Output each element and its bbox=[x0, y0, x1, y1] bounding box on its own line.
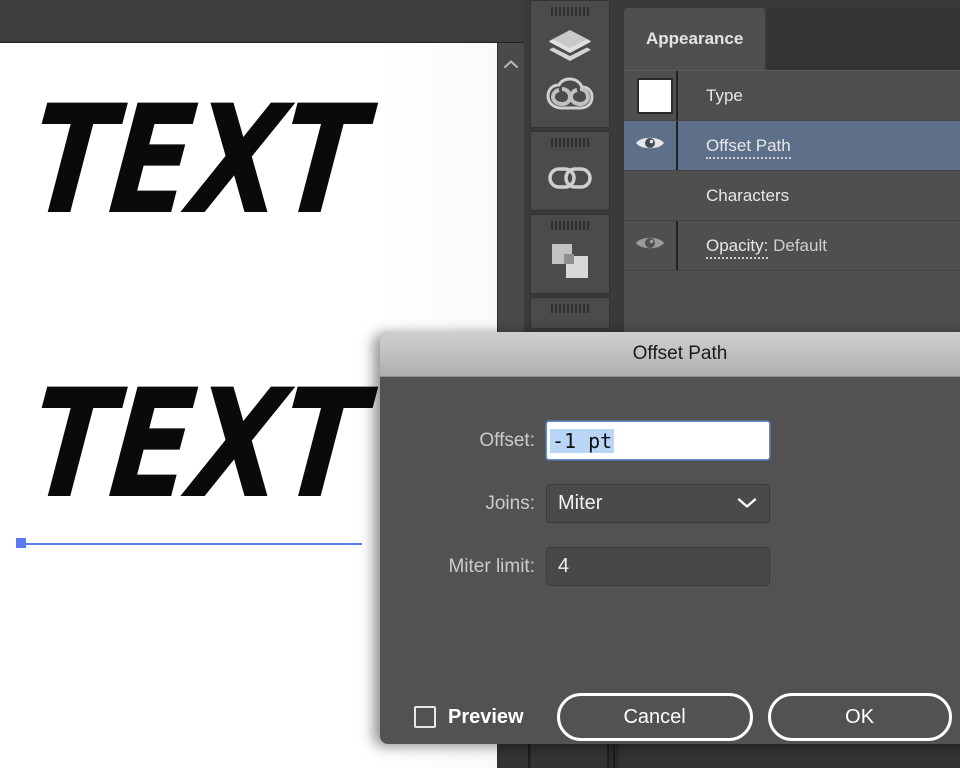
preview-checkbox[interactable] bbox=[414, 706, 436, 728]
preview-checkbox-group[interactable]: Preview bbox=[414, 706, 524, 729]
tab-appearance-label: Appearance bbox=[646, 29, 744, 48]
joins-field-row: Joins: Miter bbox=[380, 484, 960, 523]
eye-icon[interactable] bbox=[634, 233, 666, 258]
rail-group-4[interactable] bbox=[530, 297, 610, 329]
joins-select-value: Miter bbox=[558, 492, 603, 514]
visibility-toggle-opacity[interactable] bbox=[624, 221, 676, 270]
appearance-row-offset-path[interactable]: Offset Path bbox=[624, 121, 960, 171]
rail-group-2[interactable] bbox=[530, 131, 610, 211]
joins-select[interactable]: Miter bbox=[546, 484, 770, 523]
rail-group-3[interactable] bbox=[530, 214, 610, 294]
miter-limit-input[interactable]: 4 bbox=[546, 547, 770, 586]
dialog-footer: Preview Cancel OK bbox=[380, 693, 960, 741]
link-chain-icon[interactable] bbox=[531, 154, 609, 202]
creative-cloud-icon[interactable] bbox=[531, 71, 609, 119]
appearance-row-characters[interactable]: Characters bbox=[624, 171, 960, 221]
row-text[interactable]: Opacity: bbox=[706, 235, 769, 259]
joins-label: Joins: bbox=[485, 492, 535, 514]
drag-grip-handle[interactable] bbox=[551, 7, 589, 16]
appearance-row-label: Characters bbox=[678, 186, 789, 206]
tab-appearance[interactable]: Appearance bbox=[624, 8, 766, 70]
visibility-column bbox=[624, 171, 676, 220]
strip-segment bbox=[619, 742, 960, 768]
drag-grip-handle[interactable] bbox=[551, 304, 589, 313]
layers-icon[interactable] bbox=[531, 23, 609, 71]
strip-segment bbox=[531, 742, 607, 768]
visibility-toggle-offset-path[interactable] bbox=[624, 121, 676, 170]
dialog-body: Offset: -1 pt Joins: Miter Miter limit: … bbox=[380, 421, 960, 744]
row-text: Type bbox=[706, 85, 743, 105]
row-value[interactable]: Default bbox=[773, 236, 827, 255]
ok-button[interactable]: OK bbox=[767, 693, 952, 741]
appearance-row-label[interactable]: Offset Path bbox=[678, 135, 791, 159]
fill-color-swatch[interactable] bbox=[636, 77, 673, 114]
strip-divider bbox=[528, 742, 530, 768]
strip-divider bbox=[607, 742, 609, 768]
preview-label: Preview bbox=[448, 705, 524, 728]
text-selection-baseline bbox=[24, 543, 362, 545]
app-top-bar bbox=[0, 0, 524, 43]
application-window: TEXT TEXT Appearance Type Offset Path Ch… bbox=[0, 0, 960, 768]
miter-limit-field-row: Miter limit: 4 bbox=[380, 547, 960, 586]
row-text[interactable]: Offset Path bbox=[706, 135, 791, 159]
cancel-button[interactable]: Cancel bbox=[556, 693, 753, 741]
chevron-down-icon[interactable] bbox=[737, 492, 757, 515]
strip-segment bbox=[497, 742, 528, 768]
drag-grip-handle[interactable] bbox=[551, 221, 589, 230]
dialog-title-bar[interactable]: Offset Path bbox=[380, 332, 960, 377]
appearance-row-empty bbox=[624, 271, 960, 327]
panel-tab-empty-area bbox=[767, 8, 960, 70]
panel-bottom-strip bbox=[497, 742, 960, 768]
offset-input[interactable]: -1 pt bbox=[546, 421, 770, 460]
miter-limit-label: Miter limit: bbox=[448, 555, 535, 577]
panel-tab-bar: Appearance bbox=[616, 0, 960, 70]
artwork-text-bottom[interactable]: TEXT bbox=[23, 359, 371, 533]
offset-label: Offset: bbox=[479, 429, 535, 451]
rail-group-1[interactable] bbox=[530, 0, 610, 128]
chevron-up-icon[interactable] bbox=[503, 56, 519, 68]
duplicate-shapes-icon[interactable] bbox=[531, 237, 609, 285]
miter-limit-value[interactable]: 4 bbox=[558, 555, 569, 578]
drag-grip-handle[interactable] bbox=[551, 138, 589, 147]
row-text: Characters bbox=[706, 185, 790, 205]
offset-path-dialog: Offset Path Offset: -1 pt Joins: Miter M… bbox=[380, 332, 960, 744]
artwork-text-top[interactable]: TEXT bbox=[23, 75, 371, 249]
offset-input-value[interactable]: -1 pt bbox=[550, 428, 615, 453]
appearance-row-label[interactable]: Opacity: Default bbox=[678, 235, 827, 259]
strip-divider bbox=[613, 742, 615, 768]
offset-field-row: Offset: -1 pt bbox=[380, 421, 960, 460]
text-selection-anchor[interactable] bbox=[16, 538, 26, 548]
dialog-title: Offset Path bbox=[632, 343, 728, 364]
appearance-row-label: Type bbox=[678, 86, 743, 106]
appearance-row-opacity[interactable]: Opacity: Default bbox=[624, 221, 960, 271]
appearance-row-type[interactable]: Type bbox=[624, 71, 960, 121]
visibility-column bbox=[624, 71, 676, 120]
eye-icon[interactable] bbox=[634, 133, 666, 158]
